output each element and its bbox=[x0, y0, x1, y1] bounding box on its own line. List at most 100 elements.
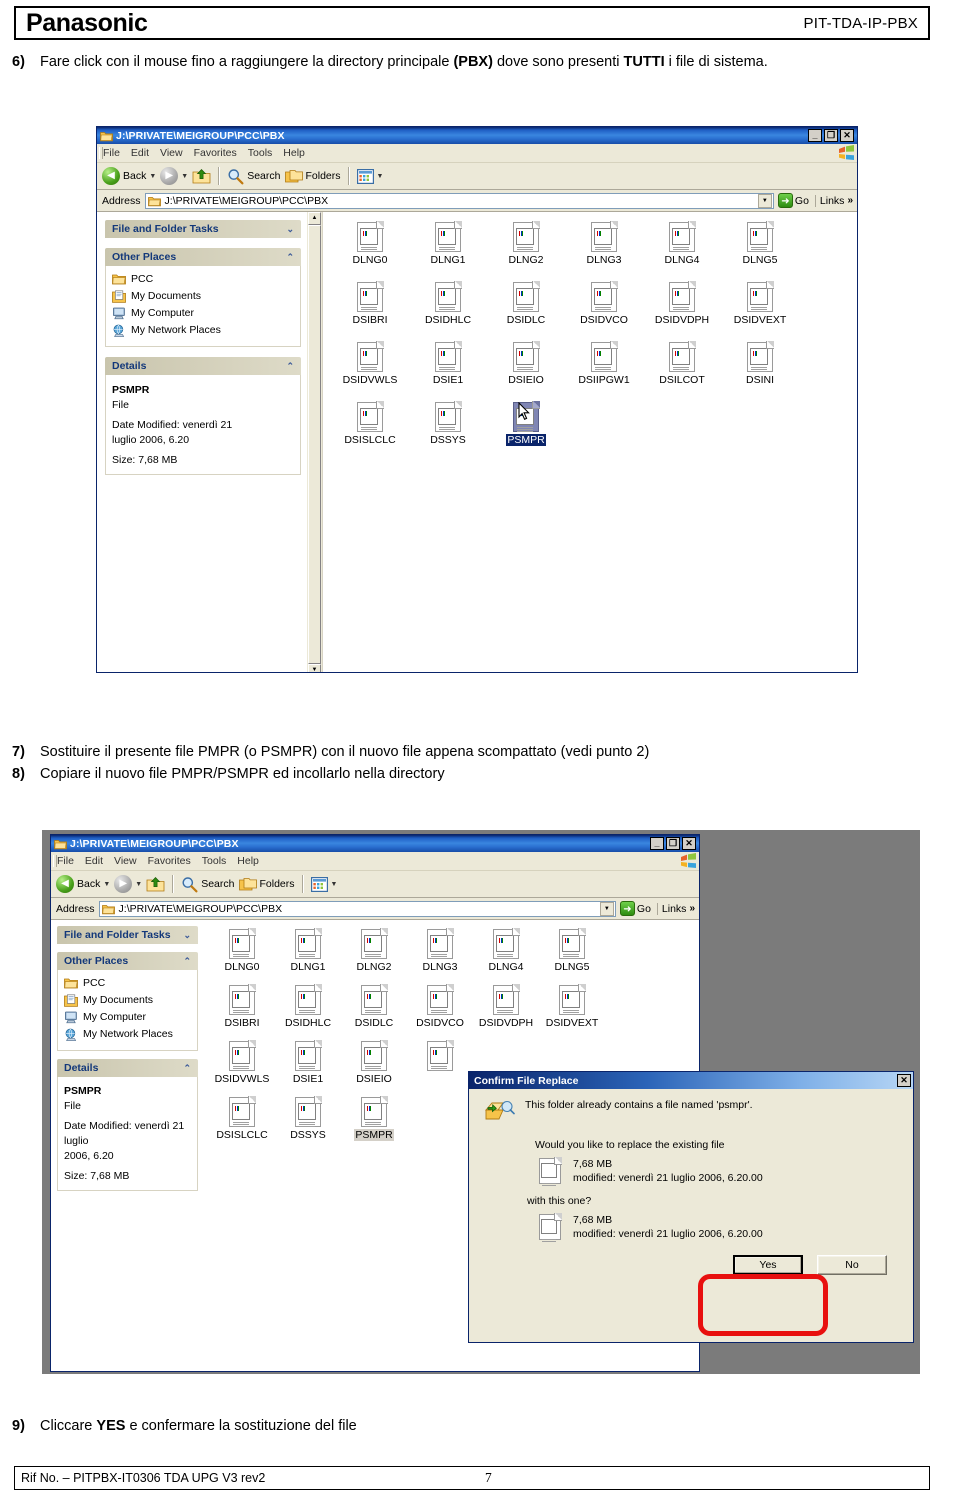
menu-item-view[interactable]: View bbox=[160, 147, 183, 159]
chevron-up-icon[interactable]: ⌃ bbox=[183, 1063, 191, 1074]
back-dropdown-icon[interactable]: ▼ bbox=[149, 173, 156, 180]
links-button[interactable]: Links » bbox=[814, 194, 857, 207]
views-button[interactable]: ▼ bbox=[310, 876, 338, 892]
place-item-my-computer[interactable]: My Computer bbox=[112, 306, 294, 321]
close-button[interactable]: ✕ bbox=[682, 837, 696, 850]
file-item-selected[interactable]: PSMPR bbox=[341, 1096, 407, 1141]
no-button[interactable]: No bbox=[817, 1255, 887, 1275]
file-item[interactable]: DSIDLC bbox=[487, 281, 565, 326]
panel-header-places[interactable]: Other Places ⌃ bbox=[105, 248, 301, 266]
search-button[interactable]: Search bbox=[181, 876, 235, 893]
file-item[interactable]: DSSYS bbox=[275, 1096, 341, 1141]
file-item[interactable]: DSIDLC bbox=[341, 984, 407, 1029]
panel-file-and-folder-tasks[interactable]: File and Folder Tasks ⌄ bbox=[57, 926, 198, 944]
views-dropdown-icon[interactable]: ▼ bbox=[377, 173, 384, 180]
views-button[interactable]: ▼ bbox=[356, 168, 384, 184]
panel-header-tasks[interactable]: File and Folder Tasks ⌄ bbox=[105, 220, 301, 238]
file-item[interactable]: DSILCOT bbox=[643, 341, 721, 386]
up-button[interactable] bbox=[192, 168, 211, 185]
file-item[interactable]: DSIEIO bbox=[487, 341, 565, 386]
scroll-track[interactable] bbox=[308, 225, 321, 664]
place-item-pcc[interactable]: PCC bbox=[112, 272, 294, 287]
file-item[interactable]: DSIDVEXT bbox=[721, 281, 799, 326]
file-item[interactable]: DLNG3 bbox=[565, 221, 643, 266]
file-item[interactable]: DSIDVCO bbox=[407, 984, 473, 1029]
scroll-up-button[interactable]: ▲ bbox=[308, 212, 321, 225]
address-input[interactable]: J:\PRIVATE\MEIGROUP\PCC\PBX ▼ bbox=[98, 900, 616, 917]
panel-details[interactable]: Details ⌃ PSMPR File Date Modified: vene… bbox=[105, 357, 301, 475]
file-item[interactable]: DLNG4 bbox=[473, 928, 539, 973]
scroll-down-button[interactable]: ▼ bbox=[308, 664, 321, 672]
file-item[interactable]: DSISLCLC bbox=[209, 1096, 275, 1141]
file-item[interactable]: DSIDVEXT bbox=[539, 984, 605, 1029]
file-item[interactable]: DLNG1 bbox=[275, 928, 341, 973]
file-item[interactable]: DSIEIO bbox=[341, 1040, 407, 1085]
links-chevron-icon[interactable]: » bbox=[689, 903, 695, 914]
panel-header-details[interactable]: Details ⌃ bbox=[105, 357, 301, 375]
forward-dropdown-icon[interactable]: ▼ bbox=[135, 881, 142, 888]
file-item[interactable]: DLNG3 bbox=[407, 928, 473, 973]
forward-button[interactable]: ▶ ▼ bbox=[160, 167, 188, 185]
file-item[interactable]: DLNG4 bbox=[643, 221, 721, 266]
close-button[interactable]: ✕ bbox=[840, 129, 854, 142]
chevron-up-icon[interactable]: ⌃ bbox=[286, 361, 294, 372]
minimize-button[interactable]: _ bbox=[650, 837, 664, 850]
back-button[interactable]: ◀ Back ▼ bbox=[102, 167, 156, 185]
links-chevron-icon[interactable]: » bbox=[847, 195, 853, 206]
file-item[interactable]: DSIE1 bbox=[275, 1040, 341, 1085]
menu-item-tools[interactable]: Tools bbox=[248, 147, 273, 159]
address-input[interactable]: J:\PRIVATE\MEIGROUP\PCC\PBX ▼ bbox=[144, 192, 774, 209]
file-item[interactable]: DSIDVDPH bbox=[473, 984, 539, 1029]
menu-item-favorites[interactable]: Favorites bbox=[194, 147, 237, 159]
menu-item-file[interactable]: File bbox=[57, 855, 74, 867]
file-item[interactable]: DLNG2 bbox=[341, 928, 407, 973]
views-dropdown-icon[interactable]: ▼ bbox=[331, 881, 338, 888]
search-button[interactable]: Search bbox=[227, 168, 281, 185]
place-item-network-places[interactable]: My Network Places bbox=[64, 1027, 191, 1042]
file-item[interactable]: DSIDHLC bbox=[409, 281, 487, 326]
up-button[interactable] bbox=[146, 876, 165, 893]
file-item[interactable]: DSIBRI bbox=[209, 984, 275, 1029]
file-item[interactable]: DSIDVWLS bbox=[331, 341, 409, 386]
maximize-button[interactable]: ❐ bbox=[824, 129, 838, 142]
address-dropdown-icon[interactable]: ▼ bbox=[599, 901, 614, 916]
confirm-file-replace-dialog[interactable]: Confirm File Replace ✕ This folder alrea… bbox=[468, 1071, 914, 1343]
folders-button[interactable]: Folders bbox=[284, 169, 341, 184]
back-button[interactable]: ◀ Back ▼ bbox=[56, 875, 110, 893]
menu-item-edit[interactable]: Edit bbox=[85, 855, 103, 867]
file-item[interactable]: DSIBRI bbox=[331, 281, 409, 326]
file-item[interactable]: DSIIPGW1 bbox=[565, 341, 643, 386]
menu-item-tools[interactable]: Tools bbox=[202, 855, 227, 867]
file-item[interactable]: DLNG5 bbox=[721, 221, 799, 266]
chevron-up-icon[interactable]: ⌃ bbox=[286, 252, 294, 263]
menu-item-edit[interactable]: Edit bbox=[131, 147, 149, 159]
menu-item-help[interactable]: Help bbox=[237, 855, 259, 867]
file-item[interactable]: DLNG2 bbox=[487, 221, 565, 266]
file-item[interactable]: DLNG1 bbox=[409, 221, 487, 266]
chevron-down-icon[interactable]: ⌄ bbox=[286, 224, 294, 235]
menu-item-file[interactable]: File bbox=[103, 147, 120, 159]
file-item[interactable]: DSIDVCO bbox=[565, 281, 643, 326]
file-item[interactable]: DSINI bbox=[721, 341, 799, 386]
place-item-my-documents[interactable]: My Documents bbox=[64, 993, 191, 1008]
place-item-network-places[interactable]: My Network Places bbox=[112, 323, 294, 338]
place-item-pcc[interactable]: PCC bbox=[64, 976, 191, 991]
address-dropdown-icon[interactable]: ▼ bbox=[757, 193, 772, 208]
panel-other-places[interactable]: Other Places ⌃ PCC My Documents My Compu… bbox=[57, 952, 198, 1051]
panel-header-tasks[interactable]: File and Folder Tasks ⌄ bbox=[57, 926, 198, 944]
minimize-button[interactable]: _ bbox=[808, 129, 822, 142]
panel-header-details[interactable]: Details ⌃ bbox=[57, 1059, 198, 1077]
links-button[interactable]: Links » bbox=[656, 902, 699, 915]
chevron-down-icon[interactable]: ⌄ bbox=[183, 930, 191, 941]
file-list-pane-1[interactable]: DLNG0 DLNG1 DLNG2 DLNG3 DLNG4 DLNG5 DSIB… bbox=[323, 212, 857, 672]
chevron-up-icon[interactable]: ⌃ bbox=[183, 956, 191, 967]
place-item-my-documents[interactable]: My Documents bbox=[112, 289, 294, 304]
file-item[interactable]: DSSYS bbox=[409, 401, 487, 446]
yes-button[interactable]: Yes bbox=[733, 1255, 803, 1275]
panel-header-places[interactable]: Other Places ⌃ bbox=[57, 952, 198, 970]
go-button[interactable]: ➜ Go bbox=[619, 901, 651, 916]
file-item[interactable]: DSIE1 bbox=[409, 341, 487, 386]
menu-item-view[interactable]: View bbox=[114, 855, 137, 867]
menu-item-help[interactable]: Help bbox=[283, 147, 305, 159]
forward-button[interactable]: ▶ ▼ bbox=[114, 875, 142, 893]
